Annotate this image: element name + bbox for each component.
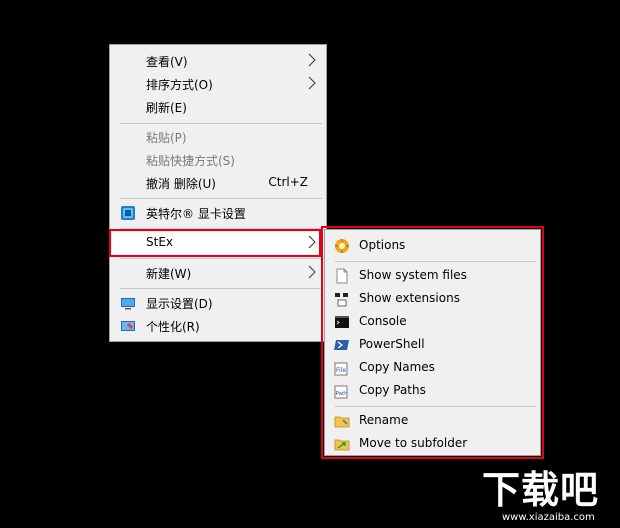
menu-item-display-settings[interactable]: 显示设置(D) xyxy=(112,292,324,314)
watermark: 下载吧 www.xiazaiba.com xyxy=(482,468,620,528)
menu-item-label: 查看(V) xyxy=(146,55,188,69)
menu-item-refresh[interactable]: 刷新(E) xyxy=(112,96,324,118)
chevron-right-icon xyxy=(308,53,316,67)
chevron-right-icon xyxy=(308,265,316,279)
submenu-highlight-box xyxy=(321,226,544,459)
menu-item-label: 刷新(E) xyxy=(146,101,187,115)
intel-graphics-icon xyxy=(121,206,135,220)
stex-highlight-box xyxy=(109,229,321,257)
menu-item-undo-delete[interactable]: 撤消 删除(U) Ctrl+Z xyxy=(112,172,324,194)
menu-separator xyxy=(120,123,322,124)
menu-item-label: 粘贴快捷方式(S) xyxy=(146,154,235,168)
menu-item-view[interactable]: 查看(V) xyxy=(112,50,324,72)
chevron-right-icon xyxy=(308,76,316,90)
menu-item-intel-graphics[interactable]: 英特尔® 显卡设置 xyxy=(112,202,324,224)
watermark-url: www.xiazaiba.com xyxy=(502,512,595,523)
menu-item-shortcut: Ctrl+Z xyxy=(268,175,308,189)
menu-item-label: 个性化(R) xyxy=(146,320,200,334)
menu-item-label: 粘贴(P) xyxy=(146,131,187,145)
menu-item-sort-by[interactable]: 排序方式(O) xyxy=(112,73,324,95)
menu-separator xyxy=(120,258,322,259)
menu-item-paste-shortcut[interactable]: 粘贴快捷方式(S) xyxy=(112,149,324,171)
menu-item-personalize[interactable]: 个性化(R) xyxy=(112,315,324,337)
menu-item-new[interactable]: 新建(W) xyxy=(112,262,324,284)
desktop-context-menu: 查看(V) 排序方式(O) 刷新(E) 粘贴(P) 粘贴快捷方式(S) 撤消 删… xyxy=(109,44,327,342)
watermark-logo: 下载吧 xyxy=(482,468,600,512)
menu-separator xyxy=(120,198,322,199)
menu-item-label: 英特尔® 显卡设置 xyxy=(146,207,246,221)
menu-item-paste[interactable]: 粘贴(P) xyxy=(112,126,324,148)
menu-item-label: 排序方式(O) xyxy=(146,78,213,92)
menu-item-label: 撤消 删除(U) xyxy=(146,177,216,191)
personalize-icon xyxy=(121,321,135,331)
menu-item-label: 新建(W) xyxy=(146,267,192,281)
menu-separator xyxy=(120,288,322,289)
menu-item-label: 显示设置(D) xyxy=(146,297,213,311)
display-icon xyxy=(121,298,135,310)
